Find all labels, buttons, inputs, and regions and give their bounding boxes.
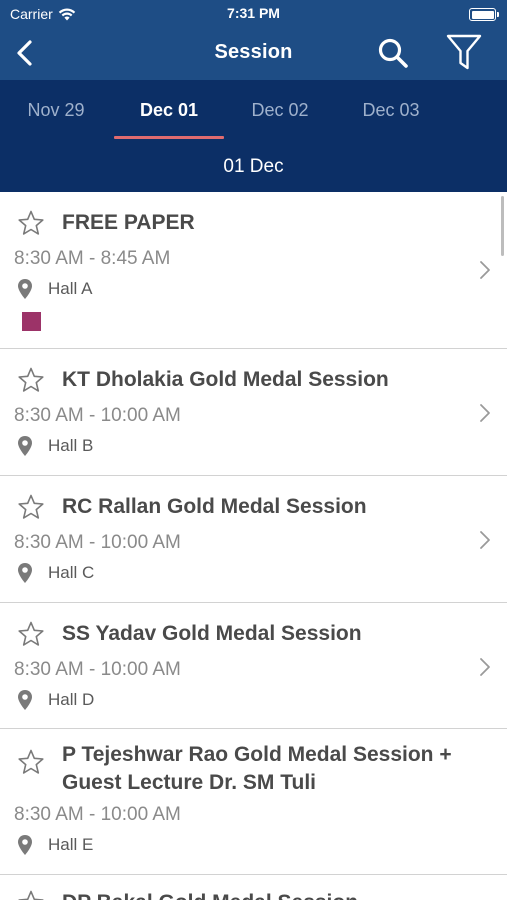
session-location: Hall E: [17, 834, 93, 856]
session-title: FREE PAPER: [62, 211, 195, 234]
location-pin-icon: [18, 690, 32, 710]
star-icon[interactable]: [17, 366, 45, 394]
status-time: 7:31 PM: [227, 5, 280, 21]
star-icon[interactable]: [17, 620, 45, 648]
star-icon[interactable]: [17, 209, 45, 237]
chevron-right-icon: [480, 658, 490, 676]
date-tabs: Nov 29 Dec 01 Dec 02 Dec 03: [0, 80, 507, 140]
session-row[interactable]: P Tejeshwar Rao Gold Medal Session + Gue…: [0, 729, 507, 875]
active-tab-indicator: [114, 136, 224, 139]
location-pin-icon: [18, 279, 32, 299]
tab-nov-29[interactable]: Nov 29: [1, 100, 111, 121]
hall-label: Hall A: [48, 279, 93, 298]
session-row[interactable]: DP Bakal Gold Medal Session: [0, 875, 507, 900]
top-bar: Carrier 7:31 PM Session: [0, 0, 507, 80]
session-location: Hall B: [17, 435, 93, 457]
session-title-line-1: P Tejeshwar Rao Gold Medal Session +: [62, 743, 452, 766]
scrollbar[interactable]: [501, 196, 504, 256]
session-title: DP Bakal Gold Medal Session: [62, 889, 467, 900]
battery-icon: [469, 8, 499, 21]
tab-dec-01[interactable]: Dec 01: [114, 100, 224, 121]
tab-dec-02[interactable]: Dec 02: [225, 100, 335, 121]
chevron-right-icon: [480, 404, 490, 422]
session-time: 8:30 AM - 10:00 AM: [14, 405, 181, 426]
location-pin-icon: [18, 563, 32, 583]
session-row[interactable]: KT Dholakia Gold Medal Session 8:30 AM -…: [0, 349, 507, 476]
hall-label: Hall B: [48, 436, 94, 455]
session-location: Hall C: [17, 562, 94, 584]
session-title-line-2: Guest Lecture Dr. SM Tuli: [62, 771, 316, 794]
hall-label: Hall C: [48, 563, 95, 582]
session-row[interactable]: FREE PAPER 8:30 AM - 8:45 AM Hall A: [0, 192, 507, 349]
selected-date-label: 01 Dec: [223, 156, 284, 177]
navigation-bar: Session: [0, 28, 507, 80]
chevron-right-icon: [480, 531, 490, 549]
session-time: 8:30 AM - 10:00 AM: [14, 532, 181, 553]
session-title: P Tejeshwar Rao Gold Medal Session + Gue…: [62, 741, 487, 797]
session-title: KT Dholakia Gold Medal Session: [62, 368, 389, 391]
tab-dec-03[interactable]: Dec 03: [336, 100, 446, 121]
chevron-right-icon: [480, 261, 490, 279]
session-location: Hall A: [17, 278, 92, 300]
location-pin-icon: [18, 436, 32, 456]
session-row[interactable]: RC Rallan Gold Medal Session 8:30 AM - 1…: [0, 476, 507, 603]
session-title: RC Rallan Gold Medal Session: [62, 495, 367, 518]
search-icon[interactable]: [376, 36, 410, 70]
status-bar: Carrier 7:31 PM: [0, 0, 507, 28]
star-icon[interactable]: [17, 889, 45, 900]
session-time: 8:30 AM - 10:00 AM: [14, 659, 181, 680]
location-pin-icon: [18, 835, 32, 855]
session-row[interactable]: SS Yadav Gold Medal Session 8:30 AM - 10…: [0, 603, 507, 729]
session-list: FREE PAPER 8:30 AM - 8:45 AM Hall A KT D…: [0, 192, 507, 900]
hall-label: Hall D: [48, 690, 95, 709]
star-icon[interactable]: [17, 493, 45, 521]
hall-label: Hall E: [48, 835, 94, 854]
session-time: 8:30 AM - 8:45 AM: [14, 248, 171, 269]
track-color-tag: [22, 312, 41, 331]
session-time: 8:30 AM - 10:00 AM: [14, 804, 181, 825]
filter-icon[interactable]: [445, 32, 483, 72]
date-bar: Nov 29 Dec 01 Dec 02 Dec 03 01 Dec: [0, 80, 507, 192]
session-location: Hall D: [17, 689, 94, 711]
page-title: Session: [214, 41, 293, 63]
star-icon[interactable]: [17, 748, 45, 776]
session-title: SS Yadav Gold Medal Session: [62, 622, 362, 645]
